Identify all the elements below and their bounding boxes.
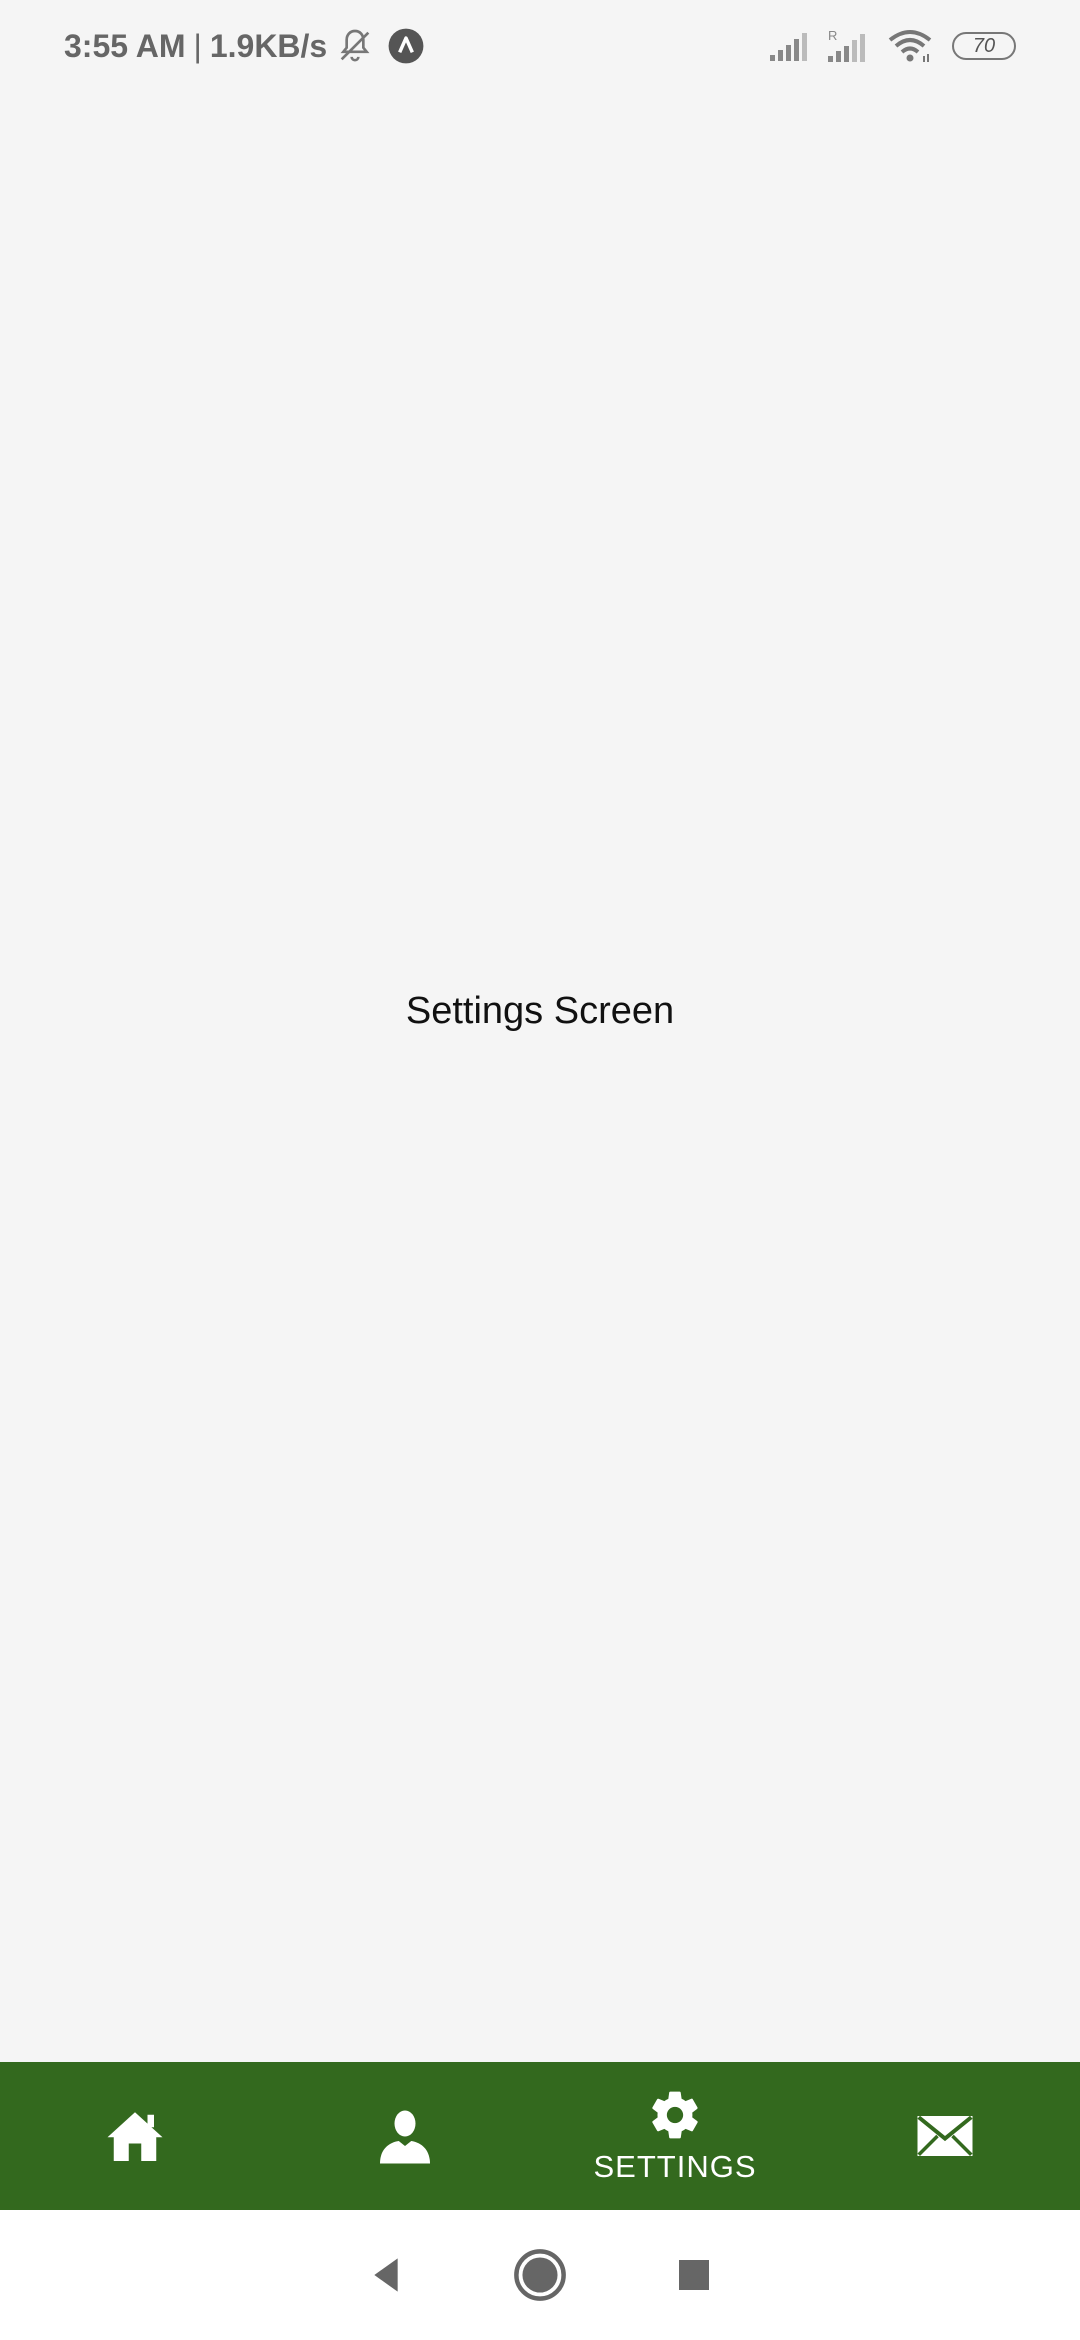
status-bar: 3:55 AM | 1.9KB/s R 70 <box>0 0 1080 100</box>
status-left: 3:55 AM | 1.9KB/s <box>64 26 425 66</box>
person-icon <box>380 2110 430 2164</box>
battery-level: 70 <box>972 34 996 57</box>
status-right: R 70 <box>754 28 1016 64</box>
signal-icon <box>770 33 807 61</box>
gear-icon <box>652 2091 698 2139</box>
back-icon <box>374 2258 398 2292</box>
bell-muted-icon <box>340 29 370 62</box>
tab-home[interactable] <box>0 2062 270 2210</box>
recents-icon <box>679 2260 709 2290</box>
roaming-label: R <box>828 28 837 43</box>
wifi-icon <box>888 30 932 62</box>
app-screen: 3:55 AM | 1.9KB/s R 70 Settings Screen S… <box>0 0 1080 2340</box>
screen-title: Settings Screen <box>405 989 675 1032</box>
tab-profile[interactable] <box>270 2062 540 2210</box>
bottom-tab-bar: SETTINGS <box>0 2062 1080 2210</box>
tab-settings-label: SETTINGS <box>593 2149 757 2184</box>
nav-back-button[interactable] <box>321 2225 451 2325</box>
tab-settings[interactable]: SETTINGS <box>540 2062 810 2210</box>
home-circle-icon <box>514 2249 566 2301</box>
battery-indicator: 70 <box>952 32 1016 60</box>
status-net-speed: 1.9KB/s <box>209 27 328 64</box>
nav-home-button[interactable] <box>475 2225 605 2325</box>
status-time: 3:55 AM <box>64 27 186 64</box>
tab-messages[interactable] <box>810 2062 1080 2210</box>
nav-recents-button[interactable] <box>629 2225 759 2325</box>
system-nav-bar <box>0 2210 1080 2340</box>
app-notification-icon <box>388 28 424 64</box>
mail-icon <box>917 2115 973 2156</box>
status-separator: | <box>193 27 202 64</box>
main-content: Settings Screen <box>0 100 1080 2062</box>
home-icon <box>107 2112 163 2161</box>
signal-roaming-icon: R <box>828 28 865 62</box>
